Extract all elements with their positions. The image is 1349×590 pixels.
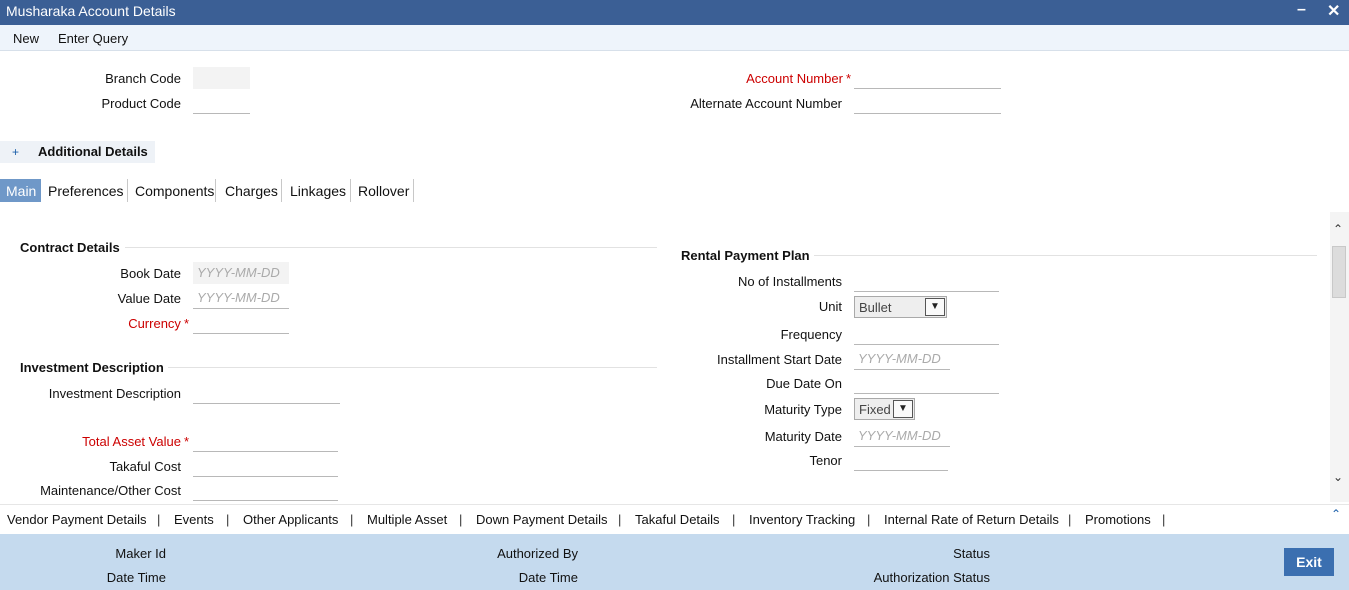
subsystem-links-bar: Vendor Payment Details | Events | Other … [0,504,1349,533]
window-titlebar: Musharaka Account Details – ✕ [0,0,1349,25]
unit-label: Unit [818,299,842,314]
investment-description-field[interactable] [193,382,340,404]
minimize-icon[interactable]: – [1297,1,1306,19]
investment-description-label: Investment Description [48,386,181,401]
no-of-installments-field[interactable] [854,270,999,292]
branch-code-field[interactable] [193,67,250,89]
total-asset-value-label: Total Asset Value * [82,434,189,449]
tenor-field[interactable] [854,449,948,471]
link-inventory-tracking[interactable]: Inventory Tracking [749,512,855,527]
link-down-payment-details[interactable]: Down Payment Details [476,512,608,527]
tab-main[interactable]: Main [0,179,41,202]
additional-details-label: Additional Details [38,144,148,159]
link-multiple-asset[interactable]: Multiple Asset [367,512,447,527]
link-events[interactable]: Events [174,512,214,527]
product-code-label: Product Code [101,96,182,111]
maintenance-cost-label: Maintenance/Other Cost [40,483,181,498]
status-label: Status [953,546,990,561]
scrollbar-thumb[interactable] [1332,246,1346,298]
vertical-scrollbar[interactable]: ⌃ ⌄ [1330,212,1349,502]
unit-select[interactable]: Bullet ▼ [854,296,947,318]
currency-field[interactable] [193,312,289,334]
frequency-label: Frequency [780,327,842,342]
frequency-field[interactable] [854,323,999,345]
link-internal-rate-of-return-details[interactable]: Internal Rate of Return Details [884,512,1059,527]
branch-code-label: Branch Code [105,71,181,86]
takaful-cost-field[interactable] [193,455,338,477]
book-date-label: Book Date [120,266,181,281]
book-date-field[interactable]: YYYY-MM-DD [193,262,289,284]
authorization-status-label: Authorization Status [873,570,990,585]
investment-description-title: Investment Description [20,360,164,375]
scroll-up-icon[interactable]: ⌃ [1333,222,1343,236]
alternate-account-number-label: Alternate Account Number [690,96,842,111]
currency-label: Currency * [128,316,189,331]
tab-preferences[interactable]: Preferences [42,179,128,202]
tab-charges[interactable]: Charges [219,179,282,202]
link-takaful-details[interactable]: Takaful Details [635,512,720,527]
contract-details-title: Contract Details [20,240,120,255]
maturity-date-field[interactable]: YYYY-MM-DD [854,425,950,447]
audit-footer: Maker Id Date Time Authorized By Date Ti… [0,534,1349,590]
product-code-field[interactable] [193,92,250,114]
tab-rollover[interactable]: Rollover [352,179,414,202]
maturity-date-label: Maturity Date [764,429,842,444]
collapse-links-icon[interactable]: ⌃ [1331,507,1341,521]
tab-linkages[interactable]: Linkages [284,179,351,202]
exit-button[interactable]: Exit [1284,548,1334,576]
tab-components[interactable]: Components [129,179,216,202]
new-menu-item[interactable]: New [13,31,39,46]
section-divider [168,367,657,368]
no-of-installments-label: No of Installments [737,274,842,289]
scroll-down-icon[interactable]: ⌄ [1333,470,1343,484]
account-number-label: Account Number * [746,71,851,86]
link-promotions[interactable]: Promotions [1085,512,1151,527]
installment-start-date-label: Installment Start Date [717,352,842,367]
value-date-field[interactable]: YYYY-MM-DD [193,287,289,309]
section-divider [814,255,1317,256]
additional-details-toggle[interactable]: + Additional Details [0,141,155,163]
due-date-on-field[interactable] [854,372,999,394]
installment-start-date-field[interactable]: YYYY-MM-DD [854,348,950,370]
maker-date-time-label: Date Time [106,570,166,585]
due-date-on-label: Due Date On [766,376,842,391]
link-vendor-payment-details[interactable]: Vendor Payment Details [7,512,146,527]
auth-date-time-label: Date Time [518,570,578,585]
close-icon[interactable]: ✕ [1327,1,1340,21]
rental-payment-plan-title: Rental Payment Plan [681,248,810,263]
link-other-applicants[interactable]: Other Applicants [243,512,338,527]
maintenance-cost-field[interactable] [193,479,338,501]
tenor-label: Tenor [809,453,842,468]
maturity-type-select[interactable]: Fixed ▼ [854,398,915,420]
account-number-field[interactable] [854,67,1001,89]
window-title: Musharaka Account Details [6,3,176,19]
maturity-type-label: Maturity Type [764,402,842,417]
menu-bar: New Enter Query [0,25,1349,51]
chevron-down-icon: ▼ [925,298,945,316]
maker-id-label: Maker Id [115,546,166,561]
alternate-account-number-field[interactable] [854,92,1001,114]
takaful-cost-label: Takaful Cost [109,459,181,474]
expand-icon: + [12,145,20,159]
section-divider [125,247,657,248]
chevron-down-icon: ▼ [893,400,913,418]
value-date-label: Value Date [117,291,181,306]
total-asset-value-field[interactable] [193,430,338,452]
authorized-by-label: Authorized By [497,546,578,561]
enter-query-menu-item[interactable]: Enter Query [58,31,128,46]
